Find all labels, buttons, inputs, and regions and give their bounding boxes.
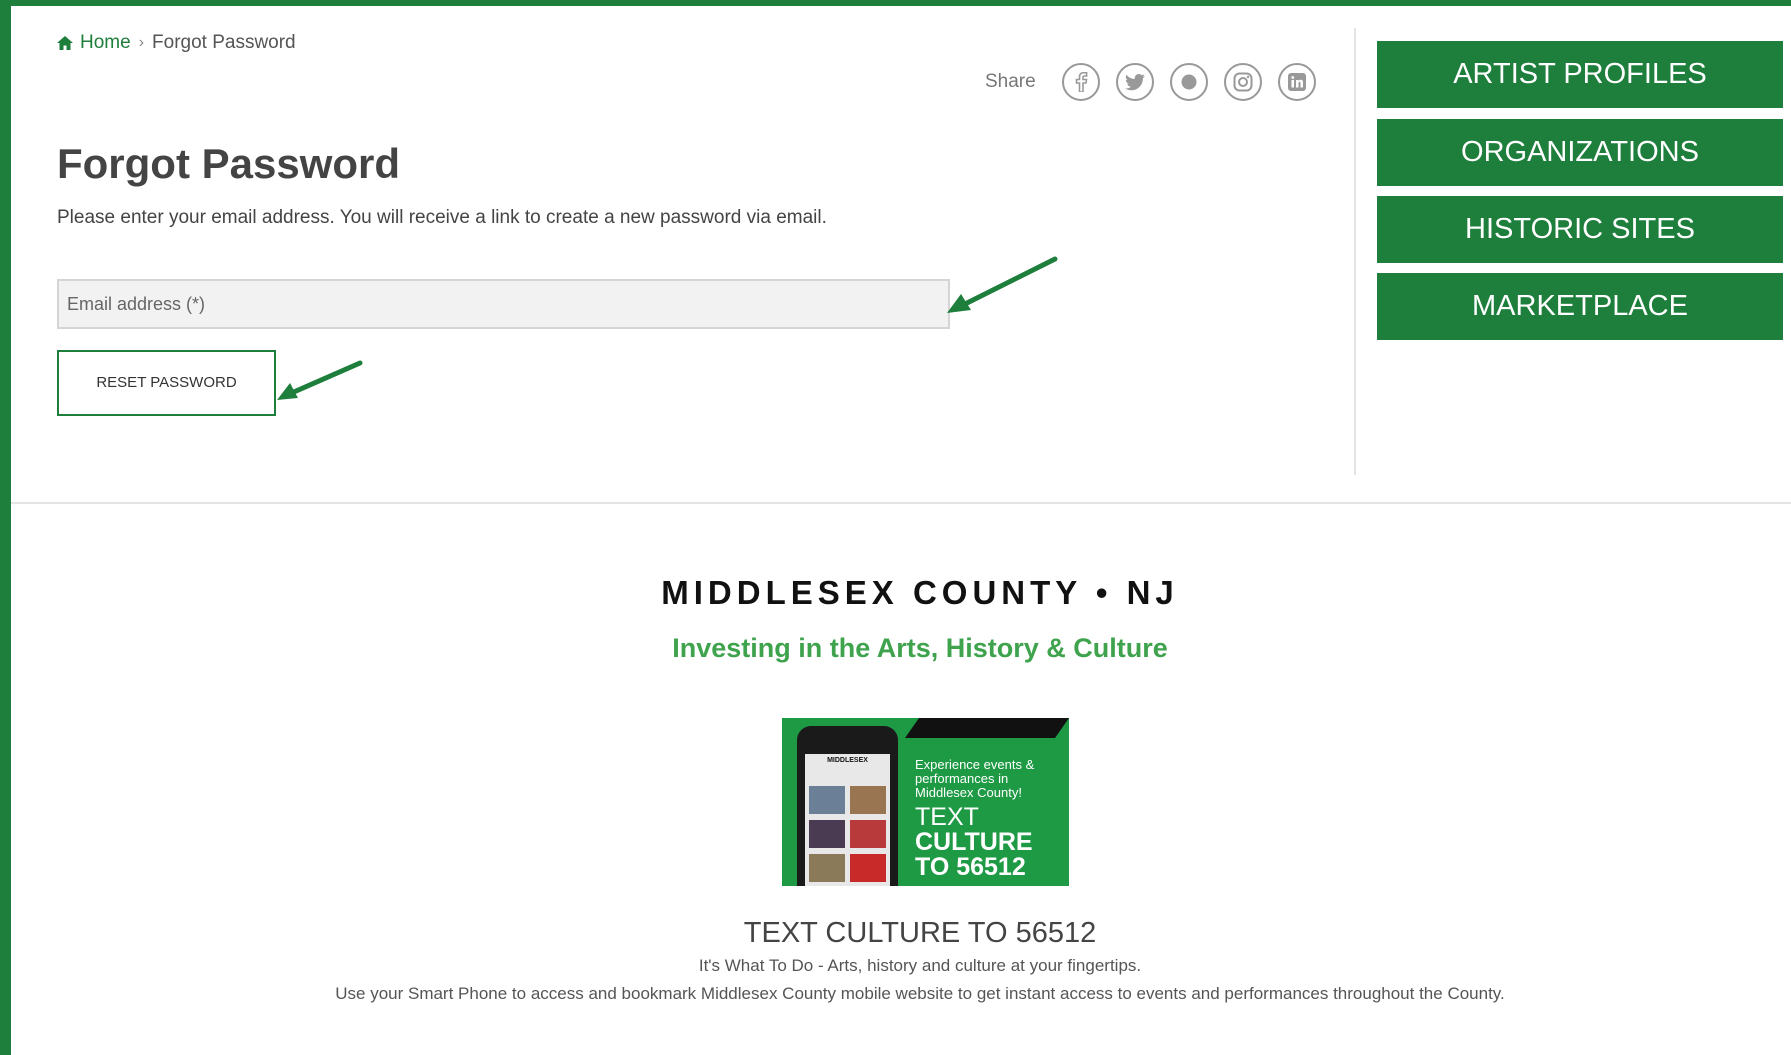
footer-tagline: Investing in the Arts, History & Culture bbox=[672, 633, 1168, 663]
phone-tile bbox=[809, 820, 845, 848]
footer-subtitle: It's What To Do - Arts, history and cult… bbox=[698, 956, 1142, 975]
phone-screen: MIDDLESEX bbox=[805, 754, 890, 886]
breadcrumb: Home › Forgot Password bbox=[57, 32, 296, 54]
sidebar-item-historic-sites[interactable]: HISTORIC SITES bbox=[1377, 196, 1783, 263]
section-divider bbox=[11, 502, 1791, 504]
page-title: Forgot Password bbox=[57, 140, 401, 187]
phone-icon: MIDDLESEX bbox=[797, 726, 898, 886]
footer-title: TEXT CULTURE TO 56512 bbox=[743, 917, 1097, 949]
breadcrumb-separator-icon: › bbox=[138, 34, 145, 51]
sidebar-item-artist-profiles[interactable]: ARTIST PROFILES bbox=[1377, 41, 1783, 108]
promo-line-3: TO 56512 bbox=[915, 853, 1026, 881]
breadcrumb-current: Forgot Password bbox=[152, 32, 296, 53]
email-field[interactable] bbox=[57, 279, 950, 329]
promo-line-2: CULTURE bbox=[915, 828, 1033, 856]
linkedin-icon[interactable] bbox=[1277, 63, 1316, 101]
instagram-icon[interactable] bbox=[1223, 63, 1262, 101]
county-logo: MIDDLESEX COUNTY • NJ bbox=[661, 574, 1179, 611]
phone-tile bbox=[850, 854, 886, 882]
share-bar: Share bbox=[985, 63, 1332, 101]
twitter-icon[interactable] bbox=[1115, 63, 1154, 101]
promo-small-text: Experience events & performances in Midd… bbox=[915, 757, 1035, 800]
promo-dark-strip bbox=[904, 718, 1069, 738]
text-culture-promo-image[interactable]: MIDDLESEX Experience events & performanc… bbox=[782, 718, 1069, 886]
email-arrow-icon bbox=[947, 256, 1058, 313]
breadcrumb-home-link[interactable]: Home bbox=[57, 32, 131, 54]
home-icon bbox=[57, 36, 73, 50]
phone-brand: MIDDLESEX bbox=[827, 757, 868, 764]
breadcrumb-home-label: Home bbox=[80, 32, 131, 53]
flickr-icon[interactable] bbox=[1169, 63, 1208, 101]
promo-text: Experience events & performances in Midd… bbox=[915, 758, 1065, 880]
reset-password-button[interactable]: RESET PASSWORD bbox=[57, 350, 276, 416]
reset-arrow-icon bbox=[277, 360, 363, 400]
sidebar-item-organizations[interactable]: ORGANIZATIONS bbox=[1377, 119, 1783, 186]
sidebar-divider bbox=[1354, 28, 1356, 475]
promo-line-1: TEXT bbox=[915, 803, 979, 831]
phone-tile bbox=[850, 820, 886, 848]
phone-tile bbox=[809, 854, 845, 882]
phone-tile bbox=[809, 786, 845, 814]
intro-text: Please enter your email address. You wil… bbox=[57, 207, 827, 228]
phone-tile bbox=[850, 786, 886, 814]
share-label: Share bbox=[985, 71, 1036, 92]
facebook-icon[interactable] bbox=[1061, 63, 1100, 101]
sidebar-item-marketplace[interactable]: MARKETPLACE bbox=[1377, 273, 1783, 340]
footer-description: Use your Smart Phone to access and bookm… bbox=[335, 984, 1505, 1003]
